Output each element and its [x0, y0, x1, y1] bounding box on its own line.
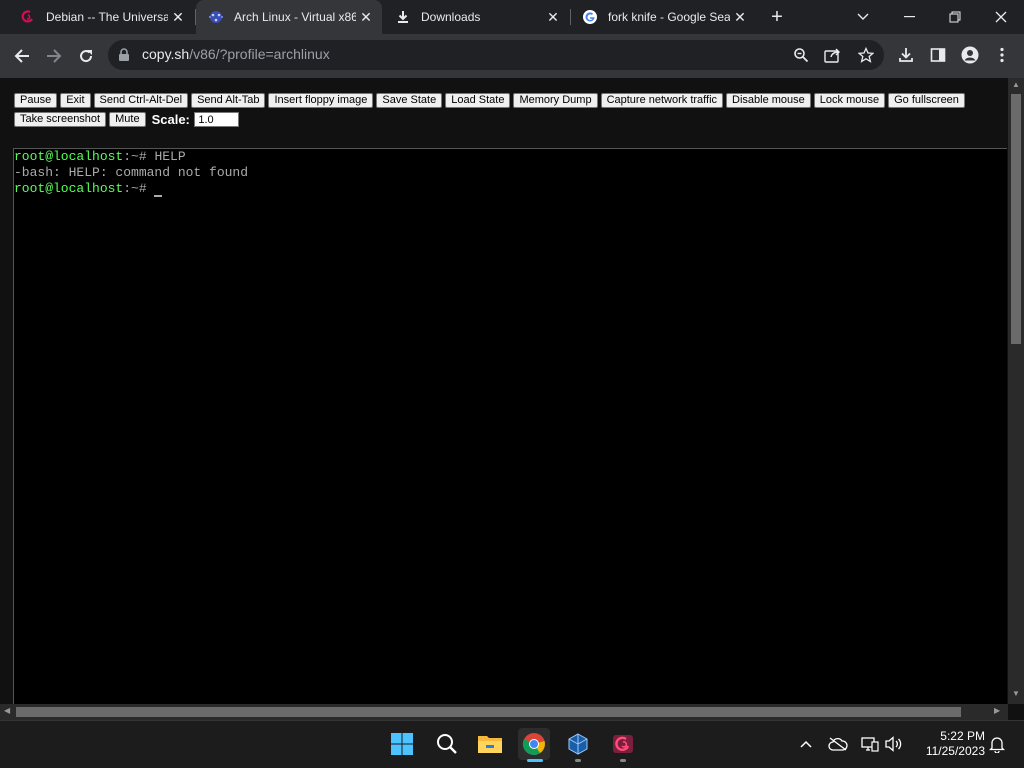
bookmark-star-icon[interactable] [854, 43, 878, 67]
prompt-user: root@localhost [14, 181, 124, 196]
scroll-right-icon[interactable]: ▶ [994, 706, 1000, 715]
tab-close-icon[interactable]: ✕ [543, 7, 563, 27]
show-hidden-icons-chevron-icon[interactable] [794, 732, 818, 756]
back-button[interactable] [6, 40, 38, 72]
send-alt-tab-button[interactable]: Send Alt-Tab [191, 93, 266, 108]
share-icon[interactable] [821, 43, 845, 67]
reload-button[interactable] [70, 40, 102, 72]
tab-close-icon[interactable]: ✕ [356, 7, 376, 27]
lock-icon[interactable] [118, 48, 132, 62]
restore-button[interactable] [932, 0, 978, 34]
onedrive-icon[interactable] [826, 732, 850, 756]
fullscreen-button[interactable]: Go fullscreen [888, 93, 965, 108]
minimize-button[interactable] [886, 0, 932, 34]
prompt-symbol: # [138, 149, 155, 164]
tab-search-chevron-icon[interactable] [840, 0, 886, 34]
profile-avatar-icon[interactable] [958, 43, 982, 67]
tab-debian[interactable]: Debian -- The Universal ✕ [8, 0, 194, 34]
scroll-down-icon[interactable]: ▼ [1012, 689, 1020, 698]
network-icon[interactable] [858, 732, 882, 756]
scroll-left-icon[interactable]: ◀ [4, 706, 10, 715]
terminal-cursor [154, 195, 163, 197]
notifications-bell-icon[interactable] [985, 732, 1009, 756]
take-screenshot-button[interactable]: Take screenshot [14, 112, 107, 127]
virtualbox-running-indicator [575, 759, 581, 762]
debian-running-indicator [620, 759, 626, 762]
tab-title: Debian -- The Universal [46, 10, 168, 24]
scroll-up-icon[interactable]: ▲ [1012, 80, 1020, 89]
new-tab-button[interactable]: + [765, 5, 789, 29]
chrome-icon[interactable] [518, 728, 550, 760]
clock-date: 11/25/2023 [925, 744, 985, 758]
file-explorer-icon[interactable] [474, 728, 506, 760]
capture-network-button[interactable]: Capture network traffic [600, 93, 724, 108]
url-text[interactable]: copy.sh/v86/?profile=archlinux [142, 46, 330, 62]
scale-label: Scale: [151, 112, 190, 127]
v86-control-buttons: Pause Exit Send Ctrl-Alt-Del Send Alt-Tab In… [14, 93, 1004, 131]
lock-mouse-button[interactable]: Lock mouse [813, 93, 886, 108]
tab-title: fork knife - Google Search [608, 10, 730, 24]
google-icon [582, 9, 598, 25]
tab-google-search[interactable]: fork knife - Google Search ✕ [570, 0, 756, 34]
clock-time: 5:22 PM [940, 729, 985, 743]
send-ctrl-alt-del-button[interactable]: Send Ctrl-Alt-Del [93, 93, 189, 108]
typed-command: HELP [154, 149, 186, 164]
tab-arch-linux[interactable]: Arch Linux - Virtual x86 ✕ [196, 0, 382, 34]
tab-title: Arch Linux - Virtual x86 [234, 10, 356, 24]
virtualbox-icon[interactable] [562, 728, 594, 760]
insert-floppy-button[interactable]: Insert floppy image [268, 93, 374, 108]
load-state-button[interactable]: Load State [445, 93, 511, 108]
windows-start-icon[interactable] [386, 728, 418, 760]
error-line: -bash: HELP: command not found [14, 165, 249, 180]
memory-dump-button[interactable]: Memory Dump [513, 93, 598, 108]
disable-mouse-button[interactable]: Disable mouse [726, 93, 811, 108]
terminal-output: root@localhost:~# HELP -bash: HELP: comm… [14, 149, 248, 197]
mute-button[interactable]: Mute [109, 112, 146, 127]
download-icon [395, 9, 411, 25]
url-path: /v86/?profile=archlinux [189, 46, 330, 62]
url-host: copy.sh [142, 46, 190, 62]
prompt-dir: :~ [123, 181, 139, 196]
v86-icon [208, 9, 224, 25]
prompt-symbol: # [138, 181, 155, 196]
exit-button[interactable]: Exit [60, 93, 91, 108]
close-window-button[interactable] [978, 0, 1024, 34]
zoom-icon[interactable] [789, 43, 813, 67]
horizontal-scroll-thumb[interactable] [16, 707, 961, 717]
tab-close-icon[interactable]: ✕ [168, 7, 188, 27]
side-panel-icon[interactable] [926, 43, 950, 67]
chrome-active-indicator [527, 759, 543, 762]
save-state-button[interactable]: Save State [376, 93, 443, 108]
forward-button[interactable] [38, 40, 70, 72]
prompt-dir: :~ [123, 149, 139, 164]
search-icon[interactable] [431, 728, 463, 760]
volume-icon[interactable] [882, 732, 906, 756]
vertical-scroll-thumb[interactable] [1011, 94, 1021, 344]
menu-kebab-icon[interactable] [990, 43, 1014, 67]
tab-close-icon[interactable]: ✕ [730, 7, 750, 27]
debian-swirl-icon [20, 9, 36, 25]
pause-button[interactable]: Pause [14, 93, 58, 108]
prompt-user: root@localhost [14, 149, 124, 164]
tab-title: Downloads [421, 10, 481, 24]
tab-downloads[interactable]: Downloads ✕ [383, 0, 569, 34]
emulator-screen[interactable] [13, 148, 1007, 704]
debian-app-icon[interactable] [607, 728, 639, 760]
system-clock[interactable]: 5:22 PM 11/25/2023 [915, 729, 985, 759]
downloads-toolbar-icon[interactable] [894, 43, 918, 67]
scale-input[interactable] [194, 112, 240, 127]
